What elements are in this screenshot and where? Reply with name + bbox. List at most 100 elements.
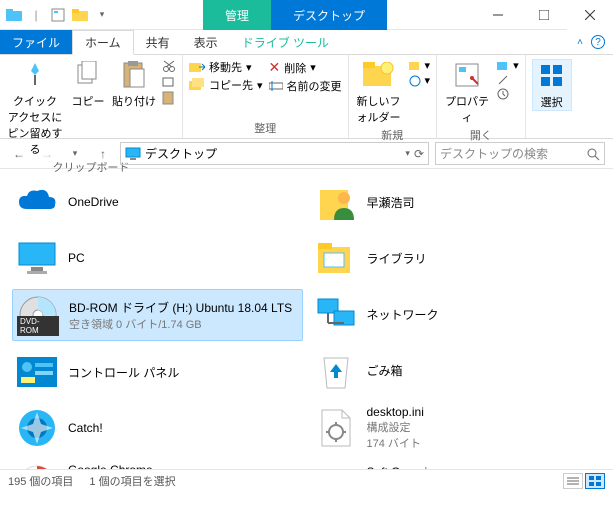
file-item[interactable]: Google Chromeショートカット2.26 KB — [12, 459, 303, 469]
new-folder-button[interactable]: 新しいフォルダー — [355, 59, 403, 125]
new-group-label: 新規 — [355, 125, 431, 143]
file-item[interactable]: OneDrive — [12, 177, 303, 227]
tab-view[interactable]: 表示 — [182, 30, 230, 54]
open-button[interactable]: ▾ — [497, 59, 519, 72]
file-item[interactable]: DVD-ROM BD-ROM ドライブ (H:) Ubuntu 18.04 LTS… — [12, 289, 303, 341]
item-sub2: 174 バイト — [367, 435, 424, 451]
tab-file[interactable]: ファイル — [0, 30, 72, 54]
details-view-button[interactable] — [563, 473, 583, 489]
item-icon: DVD-ROM — [17, 294, 59, 336]
item-icon — [16, 181, 58, 223]
copy-label: コピー — [72, 93, 105, 109]
help-icon[interactable]: ? — [591, 35, 605, 49]
tab-home[interactable]: ホーム — [72, 30, 134, 55]
cut-button[interactable] — [162, 59, 176, 73]
item-text: ライブラリ — [367, 250, 427, 267]
history-button[interactable] — [497, 88, 519, 100]
qat-dropdown-icon[interactable]: ▾ — [94, 7, 110, 23]
tab-share[interactable]: 共有 — [134, 30, 182, 54]
ribbon: クイック アクセスにピン留めする コピー 貼り付け クリップボード 移動先 ▾ … — [0, 55, 613, 139]
copy-to-button[interactable]: コピー先 ▾ — [189, 77, 263, 93]
edit-button[interactable] — [497, 74, 519, 86]
item-text: BD-ROM ドライブ (H:) Ubuntu 18.04 LTS空き領域 0 … — [69, 299, 292, 332]
item-name: BD-ROM ドライブ (H:) Ubuntu 18.04 LTS — [69, 299, 292, 316]
rename-button[interactable]: 名前の変更 — [269, 78, 342, 94]
item-icon — [315, 465, 357, 469]
desktop-title-tab: デスクトップ — [271, 0, 387, 30]
rename-label: 名前の変更 — [287, 78, 342, 94]
new-folder-label: 新しいフォルダー — [355, 93, 403, 125]
file-item[interactable]: PC — [12, 233, 303, 283]
file-item[interactable]: Soft Organizerショートカット1.15 KB — [311, 461, 602, 469]
file-item[interactable]: 早瀬浩司 — [311, 177, 602, 227]
manage-tab[interactable]: 管理 — [203, 0, 271, 30]
new-item-button[interactable]: ▾ — [409, 59, 431, 72]
item-icon — [16, 237, 58, 279]
qat-divider-icon: | — [28, 7, 44, 23]
close-button[interactable] — [567, 0, 613, 30]
item-text: ごみ箱 — [367, 362, 403, 379]
file-item[interactable]: ライブラリ — [311, 233, 602, 283]
tab-drive-tools[interactable]: ドライブ ツール — [230, 30, 341, 54]
item-count: 195 個の項目 — [8, 473, 73, 489]
item-text: PC — [68, 251, 85, 265]
item-icon — [315, 349, 357, 391]
item-name: OneDrive — [68, 195, 119, 209]
delete-label: 削除 — [284, 60, 306, 76]
organize-group-label: 整理 — [189, 118, 342, 136]
item-icon — [16, 463, 58, 469]
move-to-label: 移動先 — [209, 59, 242, 75]
refresh-icon[interactable]: ⟳ — [414, 147, 424, 161]
paste-icon — [118, 59, 150, 91]
file-item[interactable]: Catch! — [12, 403, 303, 453]
new-folder-icon — [363, 59, 395, 91]
recent-dropdown[interactable]: ▾ — [64, 143, 86, 165]
folder-icon[interactable] — [72, 7, 88, 23]
copy-path-button[interactable] — [162, 75, 176, 89]
content-area: OneDrive PC DVD-ROM BD-ROM ドライブ (H:) Ubuntu… — [0, 169, 613, 469]
search-bar[interactable]: デスクトップの検索 — [435, 142, 605, 165]
forward-button[interactable]: → — [36, 143, 58, 165]
ribbon-group-clipboard: クイック アクセスにピン留めする コピー 貼り付け クリップボード — [0, 55, 183, 138]
item-name: ライブラリ — [367, 250, 427, 267]
item-icon — [315, 181, 357, 223]
titlebar: | ▾ 管理 デスクトップ — [0, 0, 613, 30]
properties-label: プロパティ — [443, 93, 491, 125]
maximize-button[interactable] — [521, 0, 567, 30]
easy-access-button[interactable]: ▾ — [409, 74, 431, 87]
file-item[interactable]: コントロール パネル — [12, 347, 303, 397]
file-item[interactable]: desktop.ini構成設定174 バイト — [311, 401, 602, 455]
address-bar[interactable]: デスクトップ ▾ ⟳ — [120, 142, 429, 165]
item-icon — [16, 407, 58, 449]
ribbon-group-new: 新しいフォルダー ▾ ▾ 新規 — [349, 55, 438, 138]
item-name: ごみ箱 — [367, 362, 403, 379]
properties-button[interactable]: プロパティ — [443, 59, 491, 125]
properties-icon[interactable] — [50, 7, 66, 23]
copy-button[interactable]: コピー — [70, 59, 106, 109]
file-item[interactable]: ごみ箱 — [311, 345, 602, 395]
paste-button[interactable]: 貼り付け — [112, 59, 156, 109]
item-icon — [315, 407, 357, 449]
paste-shortcut-button[interactable] — [162, 91, 176, 105]
ribbon-group-select: 選択 — [526, 55, 578, 138]
open-group-label: 開く — [443, 125, 519, 143]
address-dropdown-icon[interactable]: ▾ — [405, 148, 410, 159]
file-item[interactable]: ネットワーク — [311, 289, 602, 339]
collapse-ribbon-icon[interactable]: ˄ — [577, 37, 583, 48]
search-placeholder: デスクトップの検索 — [440, 145, 548, 162]
item-name: コントロール パネル — [68, 364, 179, 381]
explorer-icon — [6, 7, 22, 23]
select-all-icon — [536, 60, 568, 92]
tiles-view-button[interactable] — [585, 473, 605, 489]
move-to-button[interactable]: 移動先 ▾ — [189, 59, 263, 75]
back-button[interactable]: ← — [8, 143, 30, 165]
item-text: Google Chromeショートカット2.26 KB — [68, 463, 153, 469]
item-text: Soft Organizerショートカット1.15 KB — [367, 465, 444, 469]
select-button[interactable]: 選択 — [532, 59, 572, 111]
minimize-button[interactable] — [475, 0, 521, 30]
up-button[interactable]: ↑ — [92, 143, 114, 165]
delete-button[interactable]: ✕削除 ▾ — [269, 59, 342, 76]
search-icon[interactable] — [586, 147, 600, 161]
window-controls — [475, 0, 613, 30]
copy-to-label: コピー先 — [209, 77, 253, 93]
